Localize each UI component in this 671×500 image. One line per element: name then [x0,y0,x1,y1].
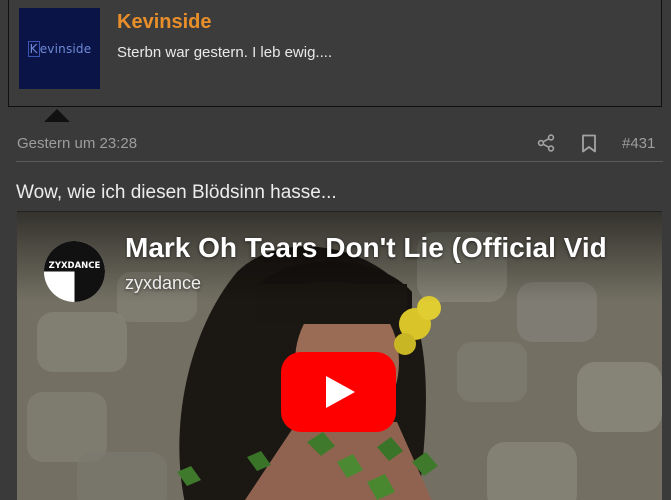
avatar-logo-text: evinside [39,41,92,56]
member-card-pointer [44,109,70,122]
post-number-link[interactable]: #431 [622,135,655,152]
youtube-play-icon[interactable] [281,352,396,432]
video-title-link[interactable]: Mark Oh Tears Don't Lie (Official Vid [125,232,645,264]
post-header: Gestern um 23:28 #431 [16,127,663,162]
channel-logo-text: ZYXDANCE [49,261,101,271]
member-card: Kevinside Kevinside Sterbn war gestern. … [8,0,662,107]
youtube-embed[interactable]: ZYXDANCE Mark Oh Tears Don't Lie (Offici… [17,211,662,500]
avatar-logo-initial: K [27,40,40,57]
post-body-text: Wow, wie ich diesen Blödsinn hasse... [16,182,337,203]
video-channel-name[interactable]: zyxdance [125,273,201,294]
post-timestamp[interactable]: Gestern um 23:28 [17,135,137,152]
share-icon[interactable] [537,134,555,152]
channel-avatar[interactable]: ZYXDANCE [44,241,105,302]
member-user-title: Sterbn war gestern. I leb ewig.... [117,44,333,61]
avatar-logo: Kevinside [27,40,92,57]
forum-post-page: Kevinside Kevinside Sterbn war gestern. … [0,0,671,500]
member-avatar[interactable]: Kevinside [19,8,100,89]
zyxdance-logo-icon: ZYXDANCE [44,241,105,302]
member-username[interactable]: Kevinside [117,11,211,34]
bookmark-icon[interactable] [581,134,597,153]
